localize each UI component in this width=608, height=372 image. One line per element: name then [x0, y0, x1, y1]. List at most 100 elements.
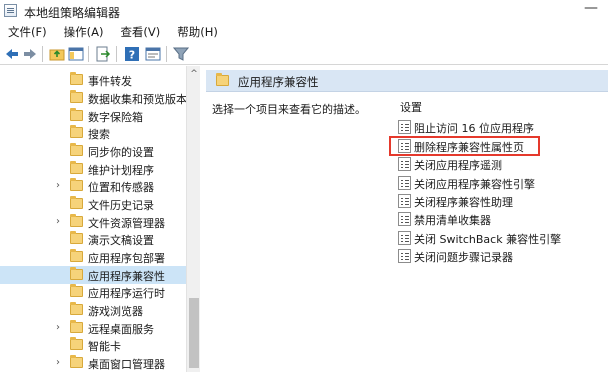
policy-label: 关闭应用程序兼容性引擎 [414, 178, 535, 191]
policy-label: 关闭问题步骤记录器 [414, 251, 513, 264]
tree-item-label: 应用程序兼容性 [88, 270, 165, 283]
policy-item[interactable]: 关闭程序兼容性助理 [398, 192, 598, 210]
help-icon[interactable]: ? [124, 46, 140, 62]
folder-icon [70, 196, 83, 209]
policy-item[interactable]: 关闭 SwitchBack 兼容性引擎 [398, 229, 598, 247]
tree-item-label: 搜索 [88, 128, 110, 141]
policy-setting-icon [398, 231, 411, 245]
folder-icon [216, 73, 229, 86]
menu-bar: 文件(F) 操作(A) 查看(V) 帮助(H) [0, 22, 608, 42]
tree-item-file-explorer[interactable]: › 文件资源管理器 [0, 213, 186, 231]
folder-icon [70, 161, 83, 174]
tree-item-game-explorer[interactable]: 游戏浏览器 [0, 301, 186, 319]
minimize-button[interactable]: — [581, 0, 601, 20]
forward-arrow-icon[interactable] [22, 46, 38, 62]
folder-icon [70, 90, 83, 103]
folder-icon [70, 108, 83, 121]
tree-item-label: 数据收集和预览版本 [88, 93, 187, 106]
filter-icon[interactable] [173, 46, 189, 62]
chevron-right-icon[interactable]: › [56, 357, 60, 368]
tree-item-label: 游戏浏览器 [88, 305, 143, 318]
policy-editor-app-icon [4, 4, 17, 17]
policy-item[interactable]: 关闭应用程序兼容性引擎 [398, 174, 598, 192]
tree-item-label: 应用程序包部署 [88, 252, 165, 265]
policy-setting-icon [398, 176, 411, 190]
tree-item-label: 维护计划程序 [88, 164, 154, 177]
policy-item[interactable]: 阻止访问 16 位应用程序 [398, 118, 598, 136]
scroll-up-icon[interactable]: ^ [187, 66, 201, 82]
folder-icon [70, 302, 83, 315]
tree-item-search[interactable]: 搜索 [0, 124, 186, 142]
tree-item-file-history[interactable]: 文件历史记录 [0, 195, 186, 213]
folder-icon [70, 320, 83, 333]
policy-setting-icon [398, 120, 411, 134]
details-header: 应用程序兼容性 [206, 70, 608, 92]
scroll-thumb[interactable] [189, 298, 199, 368]
toolbar-separator [88, 46, 89, 62]
folder-icon [70, 178, 83, 191]
tree-item-remote-desktop[interactable]: › 远程桌面服务 [0, 319, 186, 337]
back-arrow-icon[interactable] [4, 46, 20, 62]
tree-scrollbar[interactable]: ^ [186, 66, 200, 372]
toolbar: ? [0, 43, 608, 65]
toolbar-separator [42, 46, 43, 62]
window-title: 本地组策略编辑器 [24, 6, 121, 20]
tree-item-event-forwarding[interactable]: 事件转发 [0, 71, 186, 89]
tree-item-label: 文件资源管理器 [88, 217, 165, 230]
folder-icon [70, 214, 83, 227]
tree-item-app-compatibility[interactable]: 应用程序兼容性 [0, 266, 186, 284]
folder-icon [70, 284, 83, 297]
properties-icon[interactable] [145, 46, 161, 62]
policy-label: 关闭 SwitchBack 兼容性引擎 [414, 233, 562, 246]
tree-item-presentation-settings[interactable]: 演示文稿设置 [0, 230, 186, 248]
policy-setting-icon [398, 212, 411, 226]
menu-view[interactable]: 查看(V) [120, 24, 160, 40]
folder-icon [70, 125, 83, 138]
tree-item-app-runtime[interactable]: 应用程序运行时 [0, 283, 186, 301]
export-list-icon[interactable] [95, 46, 111, 62]
policy-item[interactable]: 禁用清单收集器 [398, 210, 598, 228]
tree-item-label: 应用程序运行时 [88, 287, 165, 300]
toolbar-separator [166, 46, 167, 62]
chevron-right-icon[interactable]: › [56, 216, 60, 227]
policy-setting-icon [398, 194, 411, 208]
folder-icon [70, 337, 83, 350]
chevron-right-icon[interactable]: › [56, 180, 60, 191]
tree-item-maintenance-scheduler[interactable]: 维护计划程序 [0, 160, 186, 178]
folder-icon [70, 231, 83, 244]
folder-icon [70, 249, 83, 262]
tree-item-app-package-deployment[interactable]: 应用程序包部署 [0, 248, 186, 266]
policy-label: 禁用清单收集器 [414, 214, 491, 227]
tree-item-data-collection[interactable]: 数据收集和预览版本 [0, 89, 187, 107]
folder-icon [70, 143, 83, 156]
tree-item-smart-card[interactable]: 智能卡 [0, 336, 186, 354]
show-hide-tree-icon[interactable] [68, 46, 84, 62]
tree-item-location-sensors[interactable]: › 位置和传感器 [0, 177, 186, 195]
policy-label: 关闭程序兼容性助理 [414, 196, 513, 209]
policy-item[interactable]: 关闭问题步骤记录器 [398, 247, 598, 265]
annotation-highlight-box [389, 136, 540, 156]
policy-label: 阻止访问 16 位应用程序 [414, 122, 534, 135]
tree-item-label: 演示文稿设置 [88, 234, 154, 247]
tree-item-label: 桌面窗口管理器 [88, 358, 165, 371]
menu-file[interactable]: 文件(F) [8, 24, 47, 40]
folder-icon [70, 355, 83, 368]
policy-item[interactable]: 关闭应用程序遥测 [398, 155, 598, 173]
menu-help[interactable]: 帮助(H) [177, 24, 218, 40]
tree-item-label: 同步你的设置 [88, 146, 154, 159]
tree-item-label: 位置和传感器 [88, 181, 154, 194]
tree-item-digital-locker[interactable]: 数字保险箱 [0, 107, 186, 125]
svg-text:?: ? [129, 49, 135, 62]
details-header-title: 应用程序兼容性 [238, 75, 319, 89]
policy-setting-icon [398, 249, 411, 263]
up-folder-icon[interactable] [49, 46, 65, 62]
menu-action[interactable]: 操作(A) [64, 24, 104, 40]
policy-tree[interactable]: 事件转发 数据收集和预览版本 数字保险箱 搜索 同步你的设置 维护计划程序 › … [0, 66, 200, 372]
description-text: 选择一个项目来查看它的描述。 [212, 103, 366, 116]
tree-item-sync-settings[interactable]: 同步你的设置 [0, 142, 186, 160]
settings-column-header[interactable]: 设置 [400, 99, 422, 115]
title-bar: 本地组策略编辑器 — [0, 0, 608, 22]
chevron-right-icon[interactable]: › [56, 322, 60, 333]
tree-item-desktop-window-manager[interactable]: › 桌面窗口管理器 [0, 354, 186, 372]
folder-icon [70, 72, 83, 85]
